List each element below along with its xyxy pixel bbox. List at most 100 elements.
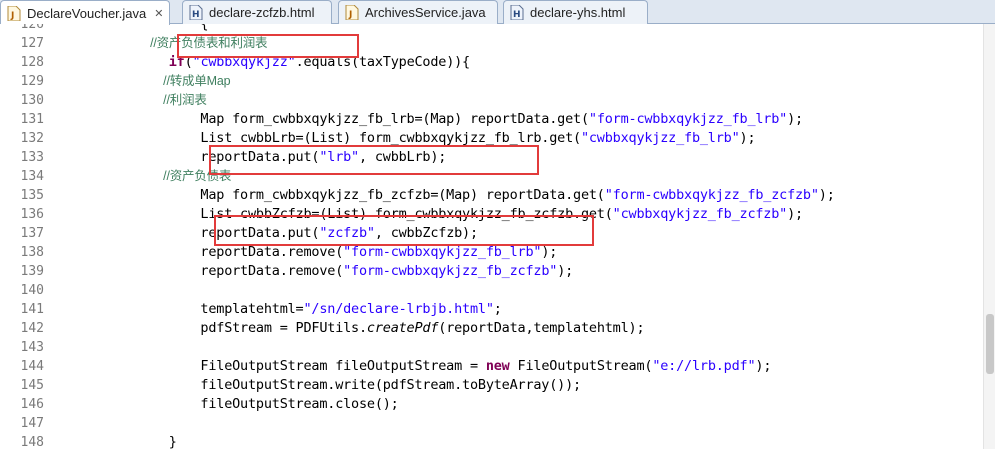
code-line: 145 fileOutputStream.write(pdfStream.toB… — [0, 376, 980, 395]
line-number: 136 — [20, 207, 44, 222]
line-number: 129 — [20, 74, 44, 89]
line-number: 146 — [20, 397, 44, 412]
code-line: 141 templatehtml="/sn/declare-lrbjb.html… — [0, 300, 980, 319]
code-token: fileOutputStream.close(); — [137, 396, 399, 412]
code-token: (reportData,templatehtml); — [438, 320, 645, 336]
code-token: Map form_cwbbxqykjzz_fb_zcfzb=(Map) repo… — [137, 187, 605, 203]
svg-text:H: H — [513, 10, 521, 20]
tab-label: ArchivesService.java — [365, 5, 486, 20]
html-file-icon: H — [510, 4, 524, 21]
line-number: 127 — [20, 36, 44, 51]
line-number: 137 — [20, 226, 44, 241]
code-line: 135 Map form_cwbbxqykjzz_fb_zcfzb=(Map) … — [0, 186, 980, 205]
code-token: Map form_cwbbxqykjzz_fb_lrb=(Map) report… — [137, 111, 589, 127]
code-token: pdfStream = PDFUtils. — [137, 320, 367, 336]
code-token: ; — [493, 301, 502, 317]
code-token: ); — [755, 358, 772, 374]
line-number: 147 — [20, 416, 44, 431]
string-token: "/sn/declare-lrbjb.html" — [303, 301, 494, 317]
tab-label: declare-zcfzb.html — [209, 5, 315, 20]
code-line: 140 — [0, 281, 980, 300]
tab-label: declare-yhs.html — [530, 5, 626, 20]
code-editor[interactable]: 126 {127 //资产负债表和利润表 128 if("cwbbxqykjzz"… — [0, 24, 995, 449]
code-line: 127 //资产负债表和利润表 — [0, 34, 980, 53]
code-token: ); — [739, 130, 756, 146]
line-number: 139 — [20, 264, 44, 279]
code-text: FileOutputStream fileOutputStream = new … — [137, 357, 771, 376]
line-number: 140 — [20, 283, 44, 298]
code-token: FileOutputStream( — [509, 358, 653, 374]
code-line: 144 FileOutputStream fileOutputStream = … — [0, 357, 980, 376]
code-token: ); — [557, 263, 574, 279]
string-token: "form-cwbbxqykjzz_fb_lrb" — [588, 111, 788, 127]
svg-text:J: J — [348, 10, 352, 20]
line-number: 144 — [20, 359, 44, 374]
line-number: 126 — [20, 24, 44, 32]
code-text: Map form_cwbbxqykjzz_fb_lrb=(Map) report… — [137, 110, 803, 129]
editor-tab-bar: J DeclareVoucher.java ✕ H declare-zcfzb.… — [0, 0, 995, 25]
code-token: { — [137, 24, 209, 32]
code-token: fileOutputStream.write(pdfStream.toByteA… — [137, 377, 581, 393]
java-file-icon: J — [7, 5, 21, 21]
svg-text:H: H — [192, 10, 200, 20]
code-token: List cwbbLrb=(List) form_cwbbxqykjzz_fb_… — [137, 130, 581, 146]
html-file-icon: H — [189, 4, 203, 21]
code-token: reportData.remove( — [137, 263, 344, 279]
code-line: 143 — [0, 338, 980, 357]
line-number: 133 — [20, 150, 44, 165]
string-token: "cwbbxqykjzz_fb_lrb" — [580, 130, 740, 146]
code-token: FileOutputStream fileOutputStream = — [137, 358, 486, 374]
code-text: Map form_cwbbxqykjzz_fb_zcfzb=(Map) repo… — [137, 186, 835, 205]
line-number: 141 — [20, 302, 44, 317]
code-text: fileOutputStream.write(pdfStream.toByteA… — [137, 376, 581, 395]
string-token: "form-cwbbxqykjzz_fb_zcfzb" — [343, 263, 558, 279]
code-line: 128 if("cwbbxqykjzz".equals(taxTypeCode)… — [0, 53, 980, 72]
tab-label: DeclareVoucher.java — [27, 5, 147, 21]
line-number: 131 — [20, 112, 44, 127]
line-number: 148 — [20, 435, 44, 449]
highlight-box-comment — [177, 34, 359, 58]
scrollbar-thumb[interactable] — [986, 314, 994, 374]
keyword-token: new — [485, 358, 510, 374]
tab-declare-yhs-html[interactable]: H declare-yhs.html — [503, 0, 648, 24]
line-number: 130 — [20, 93, 44, 108]
code-text: reportData.remove("form-cwbbxqykjzz_fb_z… — [137, 262, 573, 281]
code-line: 147 — [0, 414, 980, 433]
code-token: ); — [787, 111, 803, 127]
code-text: //转成单Map — [137, 72, 230, 91]
highlight-box-put-zcfzb — [214, 215, 594, 246]
tab-declarevoucher-java[interactable]: J DeclareVoucher.java ✕ — [0, 0, 170, 25]
string-token: "e://lrb.pdf" — [652, 358, 756, 374]
code-line: 129 //转成单Map — [0, 72, 980, 91]
string-token: "form-cwbbxqykjzz_fb_lrb" — [343, 244, 542, 260]
close-icon[interactable]: ✕ — [154, 7, 163, 20]
line-number: 145 — [20, 378, 44, 393]
code-token: ); — [818, 187, 835, 203]
tab-archivesservice-java[interactable]: J ArchivesService.java — [338, 0, 498, 24]
line-number: 132 — [20, 131, 44, 146]
line-number: 138 — [20, 245, 44, 260]
comment-token: //利润表 — [137, 93, 207, 107]
tab-declare-zcfzb-html[interactable]: H declare-zcfzb.html — [182, 0, 332, 24]
code-token: } — [137, 434, 177, 449]
code-text: //利润表 — [137, 91, 207, 110]
code-token: reportData.remove( — [137, 244, 344, 260]
string-token: "form-cwbbxqykjzz_fb_zcfzb" — [604, 187, 819, 203]
string-token: "cwbbxqykjzz_fb_zcfzb" — [612, 206, 788, 222]
highlight-box-put-lrb — [209, 145, 539, 175]
code-line: 130 //利润表 — [0, 91, 980, 110]
line-number: 135 — [20, 188, 44, 203]
vertical-scrollbar[interactable] — [983, 24, 995, 449]
code-text: pdfStream = PDFUtils.createPdf(reportDat… — [137, 319, 644, 338]
comment-token: //转成单Map — [137, 74, 231, 88]
line-number: 134 — [20, 169, 44, 184]
code-line: 139 reportData.remove("form-cwbbxqykjzz_… — [0, 262, 980, 281]
code-token: createPdf — [366, 320, 439, 336]
code-line: 126 { — [0, 24, 980, 34]
java-file-icon: J — [345, 4, 359, 21]
code-token: ); — [541, 244, 558, 260]
svg-text:J: J — [10, 11, 14, 21]
code-token: ); — [787, 206, 803, 222]
code-line: 148 } — [0, 433, 980, 449]
